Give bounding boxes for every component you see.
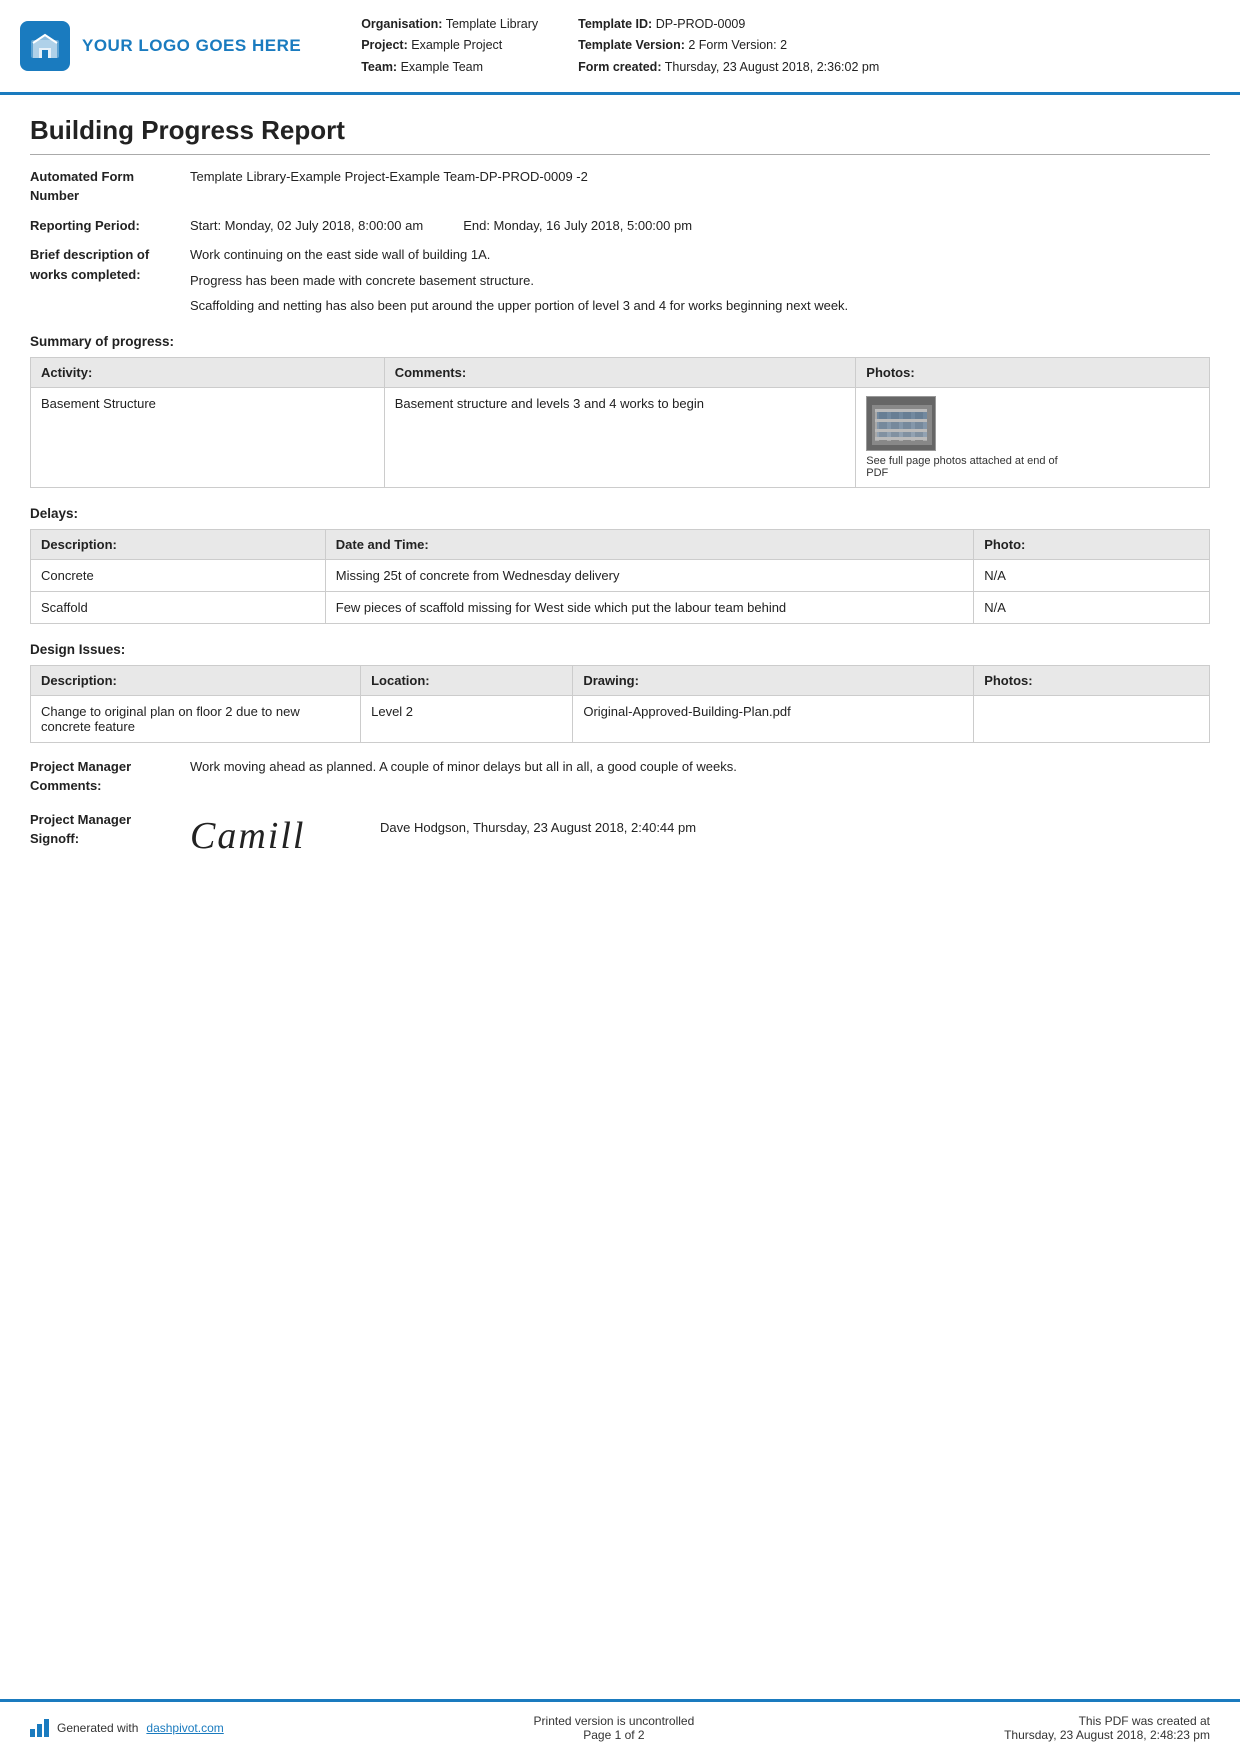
header: YOUR LOGO GOES HERE Organisation: Templa… [0, 0, 1240, 95]
form-version-label: Form Version: [699, 38, 777, 52]
org-label: Organisation: [361, 17, 442, 31]
reporting-period-label: Reporting Period: [30, 216, 190, 236]
pm-signoff-row: Project Manager Signoff: Camill Dave Hod… [30, 810, 1210, 858]
delays-photo-cell: N/A [974, 591, 1210, 623]
page: YOUR LOGO GOES HERE Organisation: Templa… [0, 0, 1240, 1754]
summary-comments-cell: Basement structure and levels 3 and 4 wo… [384, 387, 856, 487]
summary-col-activity: Activity: [31, 357, 385, 387]
project-value: Example Project [411, 38, 502, 52]
design-location-cell: Level 2 [361, 695, 573, 742]
photo-cell: See full page photos attached at end of … [866, 396, 1199, 479]
footer-pdf-created-text: This PDF was created at [1004, 1714, 1210, 1728]
table-row: ScaffoldFew pieces of scaffold missing f… [31, 591, 1210, 623]
delays-col-datetime: Date and Time: [325, 529, 973, 559]
brief-description-row: Brief description of works completed: Wo… [30, 245, 1210, 316]
header-meta: Organisation: Template Library Project: … [331, 14, 1210, 78]
signature-image: Camill [190, 814, 360, 858]
delays-col-photo: Photo: [974, 529, 1210, 559]
template-version-label: Template Version: [578, 38, 685, 52]
footer-right: This PDF was created at Thursday, 23 Aug… [1004, 1714, 1210, 1742]
delays-col-description: Description: [31, 529, 326, 559]
delays-description-cell: Scaffold [31, 591, 326, 623]
form-created-value: Thursday, 23 August 2018, 2:36:02 pm [665, 60, 880, 74]
dashpivot-icon [30, 1719, 49, 1737]
pm-comments-row: Project Manager Comments: Work moving ah… [30, 757, 1210, 796]
reporting-period-end: End: Monday, 16 July 2018, 5:00:00 pm [463, 216, 692, 236]
design-col-location: Location: [361, 665, 573, 695]
logo-icon [20, 21, 70, 71]
delays-datetime-cell: Few pieces of scaffold missing for West … [325, 591, 973, 623]
pm-comments-label: Project Manager Comments: [30, 757, 190, 796]
delays-datetime-cell: Missing 25t of concrete from Wednesday d… [325, 559, 973, 591]
design-issues-section-header: Design Issues: [30, 642, 1210, 657]
summary-activity-cell: Basement Structure [31, 387, 385, 487]
summary-photos-cell: See full page photos attached at end of … [856, 387, 1210, 487]
footer-center: Printed version is uncontrolled Page 1 o… [534, 1714, 695, 1742]
report-body: Building Progress Report Automated Form … [0, 95, 1240, 1699]
delays-table: Description: Date and Time: Photo: Concr… [30, 529, 1210, 624]
design-drawing-cell: Original-Approved-Building-Plan.pdf [573, 695, 974, 742]
delays-section-header: Delays: [30, 506, 1210, 521]
signature-details: Dave Hodgson, Thursday, 23 August 2018, … [380, 814, 696, 835]
design-issues-table: Description: Location: Drawing: Photos: … [30, 665, 1210, 743]
brief-description-line: Scaffolding and netting has also been pu… [190, 296, 1210, 316]
signature-area: Camill Dave Hodgson, Thursday, 23 August… [190, 814, 696, 858]
footer-printed-text: Printed version is uncontrolled [534, 1714, 695, 1728]
footer-page-text: Page 1 of 2 [534, 1728, 695, 1742]
design-col-description: Description: [31, 665, 361, 695]
template-id-label: Template ID: [578, 17, 652, 31]
photo-thumbnail [866, 396, 936, 451]
pm-signoff-label: Project Manager Signoff: [30, 810, 190, 849]
template-id-value: DP-PROD-0009 [656, 17, 746, 31]
brief-description-line: Work continuing on the east side wall of… [190, 245, 1210, 265]
automated-form-number-label: Automated Form Number [30, 167, 190, 206]
design-description-cell: Change to original plan on floor 2 due t… [31, 695, 361, 742]
org-value: Template Library [446, 17, 538, 31]
reporting-period-start: Start: Monday, 02 July 2018, 8:00:00 am [190, 216, 423, 236]
table-row: Basement StructureBasement structure and… [31, 387, 1210, 487]
logo-area: YOUR LOGO GOES HERE [20, 14, 301, 78]
team-label: Team: [361, 60, 397, 74]
form-version-value: 2 [780, 38, 787, 52]
automated-form-number-value: Template Library-Example Project-Example… [190, 167, 1210, 187]
photo-caption: See full page photos attached at end of … [866, 455, 1066, 479]
brief-description-value: Work continuing on the east side wall of… [190, 245, 1210, 316]
form-created-label: Form created: [578, 60, 661, 74]
delays-photo-cell: N/A [974, 559, 1210, 591]
footer-pdf-created-date: Thursday, 23 August 2018, 2:48:23 pm [1004, 1728, 1210, 1742]
footer-generated-text: Generated with [57, 1721, 138, 1735]
reporting-period-row: Reporting Period: Start: Monday, 02 July… [30, 216, 1210, 236]
project-label: Project: [361, 38, 408, 52]
summary-section-header: Summary of progress: [30, 334, 1210, 349]
design-photos-cell [974, 695, 1210, 742]
footer: Generated with dashpivot.com Printed ver… [0, 1699, 1240, 1754]
summary-col-photos: Photos: [856, 357, 1210, 387]
template-version-value: 2 [688, 38, 695, 52]
table-row: ConcreteMissing 25t of concrete from Wed… [31, 559, 1210, 591]
brief-description-line: Progress has been made with concrete bas… [190, 271, 1210, 291]
header-meta-col-left: Organisation: Template Library Project: … [361, 14, 538, 78]
reporting-period-value: Start: Monday, 02 July 2018, 8:00:00 am … [190, 216, 1210, 236]
footer-generated-link[interactable]: dashpivot.com [146, 1721, 223, 1735]
summary-col-comments: Comments: [384, 357, 856, 387]
delays-description-cell: Concrete [31, 559, 326, 591]
brief-description-label: Brief description of works completed: [30, 245, 190, 284]
automated-form-number-row: Automated Form Number Template Library-E… [30, 167, 1210, 206]
summary-table: Activity: Comments: Photos: Basement Str… [30, 357, 1210, 488]
footer-left: Generated with dashpivot.com [30, 1719, 224, 1737]
table-row: Change to original plan on floor 2 due t… [31, 695, 1210, 742]
design-col-drawing: Drawing: [573, 665, 974, 695]
pm-comments-value: Work moving ahead as planned. A couple o… [190, 757, 1210, 777]
logo-text: YOUR LOGO GOES HERE [82, 36, 301, 56]
team-value: Example Team [401, 60, 483, 74]
design-col-photos: Photos: [974, 665, 1210, 695]
header-meta-col-right: Template ID: DP-PROD-0009 Template Versi… [578, 14, 879, 78]
report-title: Building Progress Report [30, 115, 1210, 155]
